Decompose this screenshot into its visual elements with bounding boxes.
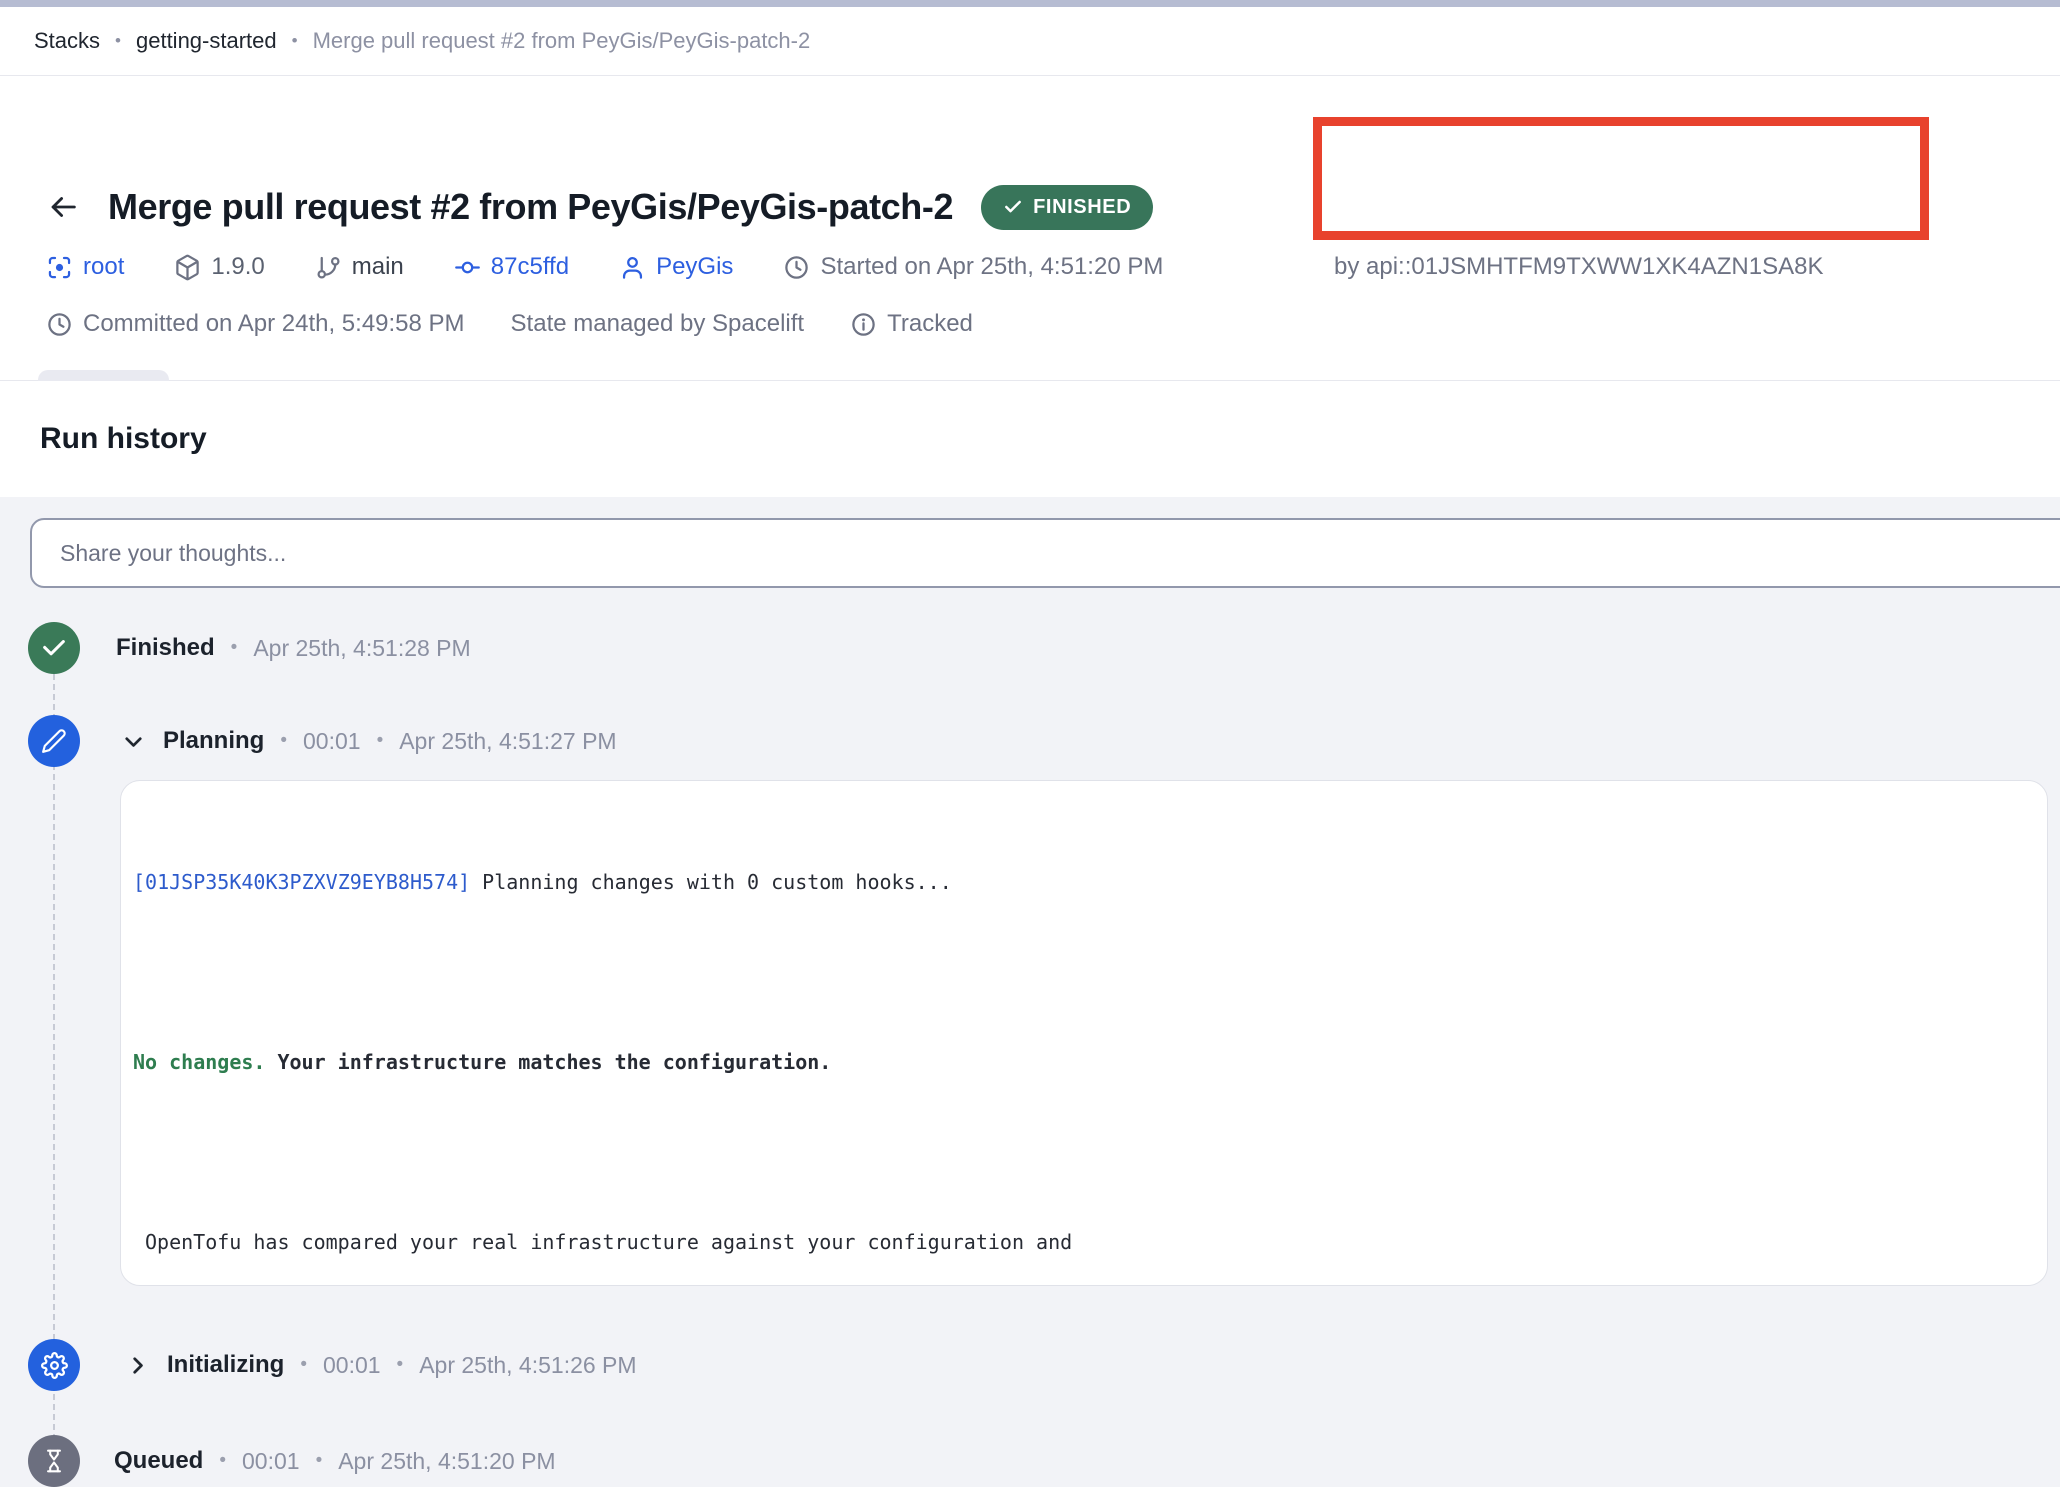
person-icon bbox=[619, 254, 646, 281]
started-label: Started on Apr 25th, 4:51:20 PM bbox=[820, 253, 1163, 281]
space-link[interactable]: root bbox=[46, 253, 124, 281]
space-label: root bbox=[83, 253, 124, 281]
step-duration: 00:01 bbox=[303, 728, 361, 755]
step-label: Queued bbox=[114, 1447, 203, 1475]
author-link[interactable]: PeyGis bbox=[619, 253, 733, 281]
log-line: [01JSP35K40K3PZXVZ9EYB8H574]Planning cha… bbox=[133, 867, 2023, 897]
git-commit-icon bbox=[454, 254, 481, 281]
clock-icon bbox=[783, 254, 810, 281]
status-badge: FINISHED bbox=[981, 185, 1153, 230]
space-target-icon bbox=[46, 254, 73, 281]
breadcrumb-stacks[interactable]: Stacks bbox=[34, 28, 100, 54]
breadcrumb-run-name: Merge pull request #2 from PeyGis/PeyGis… bbox=[313, 28, 811, 54]
run-type-label: Tracked bbox=[887, 310, 973, 338]
dot-separator: • bbox=[300, 1354, 307, 1376]
breadcrumb-separator: • bbox=[292, 31, 298, 51]
finished-step-icon bbox=[28, 622, 80, 674]
dot-separator: • bbox=[219, 1450, 226, 1472]
author-label: PeyGis bbox=[656, 253, 733, 281]
run-history-section-header: Run history bbox=[0, 381, 2060, 497]
version-item: 1.9.0 bbox=[174, 253, 264, 281]
page-title: Merge pull request #2 from PeyGis/PeyGis… bbox=[108, 186, 953, 228]
timeline-row-finished: Finished • Apr 25th, 4:51:28 PM bbox=[116, 632, 471, 664]
version-label: 1.9.0 bbox=[211, 253, 264, 281]
timeline-connector bbox=[53, 674, 55, 1440]
step-time: Apr 25th, 4:51:28 PM bbox=[253, 635, 470, 662]
run-history-title: Run history bbox=[40, 422, 207, 456]
breadcrumb-stack-name[interactable]: getting-started bbox=[136, 28, 277, 54]
branch-label: main bbox=[352, 253, 404, 281]
timeline-row-queued: Queued • 00:01 • Apr 25th, 4:51:20 PM bbox=[114, 1445, 556, 1477]
initializing-step-icon bbox=[28, 1339, 80, 1391]
dot-separator: • bbox=[316, 1450, 323, 1472]
step-time: Apr 25th, 4:51:27 PM bbox=[399, 728, 616, 755]
state-managed-label: State managed by Spacelift bbox=[511, 310, 805, 338]
comment-input[interactable] bbox=[30, 518, 2060, 588]
log-line: No changes.Your infrastructure matches t… bbox=[133, 1047, 2023, 1077]
commit-label: 87c5ffd bbox=[491, 253, 569, 281]
planning-step-icon bbox=[28, 715, 80, 767]
queued-step-icon bbox=[28, 1435, 80, 1487]
started-item: Started on Apr 25th, 4:51:20 PM bbox=[783, 253, 1163, 281]
step-duration: 00:01 bbox=[323, 1352, 381, 1379]
status-badge-label: FINISHED bbox=[1033, 196, 1131, 219]
run-type-item: Tracked bbox=[850, 310, 973, 338]
committed-item: Committed on Apr 24th, 5:49:58 PM bbox=[46, 310, 465, 338]
run-meta-row: root 1.9.0 main 87c5ffd PeyGis bbox=[46, 252, 1163, 282]
chevron-down-icon[interactable] bbox=[120, 728, 147, 755]
log-line-blank bbox=[133, 1137, 2023, 1167]
step-duration: 00:01 bbox=[242, 1448, 300, 1475]
check-icon bbox=[40, 634, 68, 662]
dot-separator: • bbox=[231, 637, 238, 659]
timeline-row-planning[interactable]: Planning • 00:01 • Apr 25th, 4:51:27 PM bbox=[120, 725, 617, 757]
committed-label: Committed on Apr 24th, 5:49:58 PM bbox=[83, 310, 465, 338]
step-time: Apr 25th, 4:51:20 PM bbox=[338, 1448, 555, 1475]
arrow-left-icon bbox=[46, 190, 80, 224]
step-time: Apr 25th, 4:51:26 PM bbox=[419, 1352, 636, 1379]
run-header: Merge pull request #2 from PeyGis/PeyGis… bbox=[0, 76, 2060, 381]
clock-icon bbox=[46, 311, 73, 338]
check-icon bbox=[1003, 197, 1023, 217]
dot-separator: • bbox=[377, 730, 384, 752]
step-label: Planning bbox=[163, 727, 264, 755]
breadcrumb: Stacks • getting-started • Merge pull re… bbox=[0, 7, 2060, 76]
plan-log: [01JSP35K40K3PZXVZ9EYB8H574]Planning cha… bbox=[120, 780, 2048, 1286]
git-branch-icon bbox=[315, 254, 342, 281]
log-line: OpenTofu has compared your real infrastr… bbox=[133, 1227, 2023, 1257]
breadcrumb-separator: • bbox=[115, 31, 121, 51]
dot-separator: • bbox=[397, 1354, 404, 1376]
hourglass-icon bbox=[41, 1448, 67, 1474]
log-line-blank bbox=[133, 957, 2023, 987]
gear-icon bbox=[41, 1352, 68, 1379]
back-button[interactable] bbox=[46, 190, 80, 224]
branch-item: main bbox=[315, 253, 404, 281]
step-label: Initializing bbox=[167, 1351, 284, 1379]
cube-icon bbox=[174, 254, 201, 281]
info-icon bbox=[850, 311, 877, 338]
commit-link[interactable]: 87c5ffd bbox=[454, 253, 569, 281]
pencil-icon bbox=[41, 728, 67, 754]
timeline-row-initializing[interactable]: Initializing • 00:01 • Apr 25th, 4:51:26… bbox=[124, 1349, 637, 1381]
chevron-right-icon[interactable] bbox=[124, 1352, 151, 1379]
dot-separator: • bbox=[280, 730, 287, 752]
top-strip bbox=[0, 0, 2060, 7]
run-meta-row-2: Committed on Apr 24th, 5:49:58 PM State … bbox=[46, 309, 973, 339]
step-label: Finished bbox=[116, 634, 215, 662]
triggered-by-label: by api::01JSMHTFM9TXWW1XK4AZN1SA8K bbox=[1334, 252, 1823, 282]
